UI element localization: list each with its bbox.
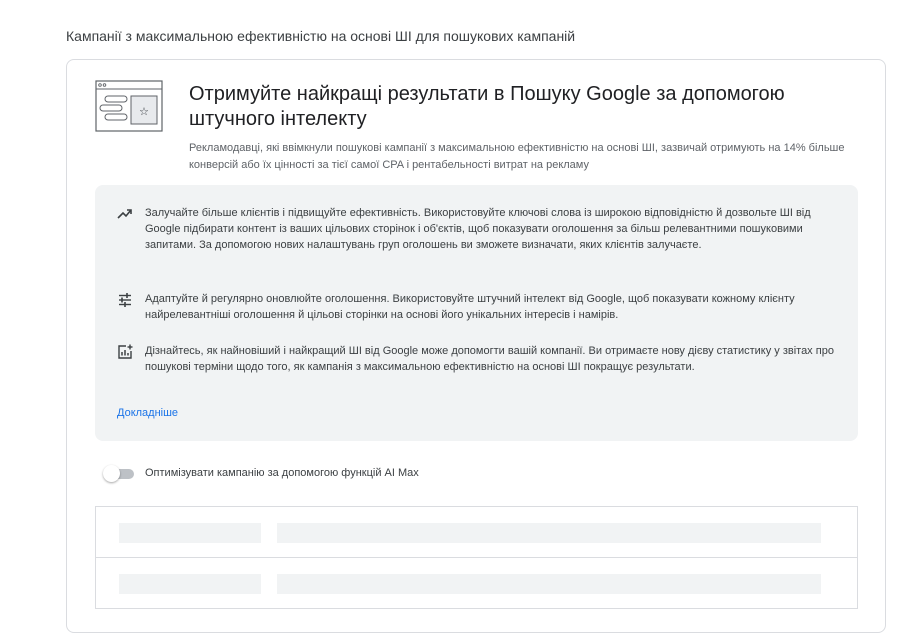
- skeleton-bar: [119, 523, 261, 543]
- benefit-text: Дізнайтесь, як найновіший і найкращий ШІ…: [145, 345, 834, 373]
- ai-max-card: Отримуйте найкращі результати в Пошуку G…: [66, 59, 886, 633]
- loading-placeholder-row: [95, 557, 858, 609]
- section-title: Кампанії з максимальною ефективністю на …: [66, 28, 576, 44]
- hero-title: Отримуйте найкращі результати в Пошуку G…: [189, 83, 785, 130]
- ai-max-toggle-label: Оптимізувати кампанію за допомогою функц…: [145, 467, 419, 479]
- learn-more-link[interactable]: Докладніше: [117, 407, 178, 419]
- benefit-text: Адаптуйте й регулярно оновлюйте оголошен…: [145, 293, 795, 321]
- skeleton-bar: [277, 574, 821, 594]
- skeleton-bar: [119, 574, 261, 594]
- benefits-panel: Залучайте більше клієнтів і підвищуйте е…: [95, 185, 858, 441]
- insights-icon: [117, 344, 133, 360]
- loading-placeholder-row: [95, 506, 858, 558]
- benefit-text: Залучайте більше клієнтів і підвищуйте е…: [145, 207, 811, 251]
- tune-icon: [117, 292, 133, 308]
- skeleton-bar: [277, 523, 821, 543]
- ai-max-toggle[interactable]: [103, 465, 137, 482]
- hero-subtitle: Рекламодавці, які ввімкнули пошукові кам…: [189, 142, 845, 171]
- trending-up-icon: [117, 206, 133, 222]
- browser-window-sparkle-icon: [95, 80, 163, 132]
- toggle-knob: [103, 465, 120, 482]
